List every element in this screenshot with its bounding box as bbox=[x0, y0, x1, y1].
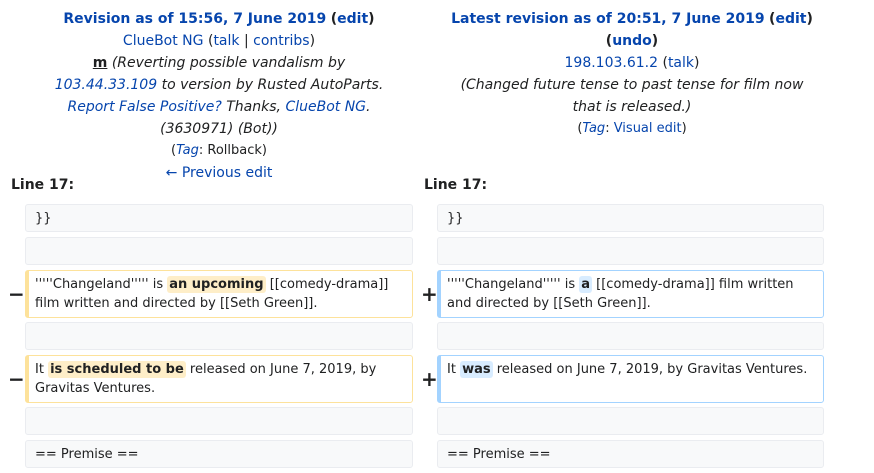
deleted-text: '''''Changeland''''' is bbox=[35, 277, 168, 292]
undo-link[interactable]: undo bbox=[612, 33, 652, 49]
new-edit-summary: (Changed future tense to past tense for … bbox=[460, 77, 804, 115]
deleted-word-highlight: an upcoming bbox=[167, 276, 266, 293]
old-revision-header: Revision as of 15:56, 7 June 2019 (edit)… bbox=[12, 8, 426, 184]
new-user-ip-link[interactable]: 198.103.61.2 bbox=[565, 55, 659, 71]
added-word-highlight: was bbox=[460, 361, 493, 378]
right-line-number: Line 17: bbox=[424, 177, 488, 193]
summary-text-1: (Reverting possible vandalism by bbox=[111, 55, 346, 71]
vandal-ip-link[interactable]: 103.44.33.109 bbox=[55, 77, 157, 93]
old-edit-summary: m (Reverting possible vandalism by 103.4… bbox=[12, 52, 426, 140]
diff-deleted-line: It is scheduled to be released on June 7… bbox=[25, 355, 413, 403]
deleted-line-marker: − bbox=[8, 282, 25, 306]
previous-edit-link[interactable]: ← Previous edit bbox=[166, 165, 273, 181]
diff-context-right: == Premise == bbox=[437, 440, 824, 468]
old-revision-user-line: ClueBot NG (talk | contribs) bbox=[122, 33, 316, 49]
new-revision-link[interactable]: Latest revision as of 20:51, 7 June 2019 bbox=[451, 11, 764, 27]
diff-context-left: }} bbox=[25, 204, 413, 232]
new-user-talk-link[interactable]: talk bbox=[668, 55, 694, 71]
diff-context-right bbox=[437, 237, 824, 265]
old-edit-link[interactable]: edit bbox=[337, 11, 368, 27]
old-user-link[interactable]: ClueBot NG bbox=[123, 33, 204, 49]
diff-context-right bbox=[437, 322, 824, 350]
added-text: It bbox=[447, 362, 461, 377]
added-text: released on June 7, 2019, by Gravitas Ve… bbox=[492, 362, 808, 377]
new-tag-label-link[interactable]: Tag bbox=[582, 121, 605, 136]
deleted-line-marker: − bbox=[8, 367, 25, 391]
minor-edit-marker: m bbox=[92, 55, 108, 71]
old-revision-tags: (Tag: Rollback) bbox=[171, 143, 267, 158]
diff-added-line: '''''Changeland''''' is a [[comedy-drama… bbox=[437, 270, 824, 318]
old-user-contribs-link[interactable]: contribs bbox=[253, 33, 309, 49]
report-false-positive-link[interactable]: Report False Positive? bbox=[68, 99, 222, 115]
new-tag-value-link[interactable]: Visual edit bbox=[614, 121, 682, 136]
diff-context-left bbox=[25, 407, 413, 435]
thanks-user-link[interactable]: ClueBot NG bbox=[285, 99, 366, 115]
added-text: '''''Changeland''''' is bbox=[447, 277, 580, 292]
new-revision-title-line: Latest revision as of 20:51, 7 June 2019… bbox=[451, 11, 813, 27]
new-edit-link[interactable]: edit bbox=[775, 11, 806, 27]
summary-text-3: Thanks, bbox=[226, 99, 286, 115]
old-revision-link[interactable]: Revision as of 15:56, 7 June 2019 bbox=[63, 11, 326, 27]
old-user-talk-link[interactable]: talk bbox=[213, 33, 239, 49]
added-word-highlight: a bbox=[579, 276, 593, 293]
left-line-number: Line 17: bbox=[11, 177, 75, 193]
deleted-text: It bbox=[35, 362, 49, 377]
diff-context-right bbox=[437, 407, 824, 435]
diff-context-left bbox=[25, 322, 413, 350]
new-revision-tags: (Tag: Visual edit) bbox=[577, 121, 687, 136]
old-tag-label-link[interactable]: Tag bbox=[176, 143, 199, 158]
diff-added-line: It was released on June 7, 2019, by Grav… bbox=[437, 355, 824, 403]
undo-line: (undo) bbox=[605, 33, 659, 49]
deleted-word-highlight: is scheduled to be bbox=[48, 361, 186, 378]
added-line-marker: + bbox=[421, 282, 438, 306]
diff-context-left bbox=[25, 237, 413, 265]
new-revision-user-line: 198.103.61.2 (talk) bbox=[564, 55, 700, 71]
new-revision-header: Latest revision as of 20:51, 7 June 2019… bbox=[425, 8, 839, 140]
old-revision-title-line: Revision as of 15:56, 7 June 2019 (edit) bbox=[63, 11, 375, 27]
diff-context-left: == Premise == bbox=[25, 440, 413, 468]
added-line-marker: + bbox=[421, 367, 438, 391]
old-tag-value: Rollback bbox=[207, 143, 262, 158]
summary-text-2: to version by Rusted AutoParts. bbox=[157, 77, 384, 93]
diff-deleted-line: '''''Changeland''''' is an upcoming [[co… bbox=[25, 270, 413, 318]
diff-context-right: }} bbox=[437, 204, 824, 232]
